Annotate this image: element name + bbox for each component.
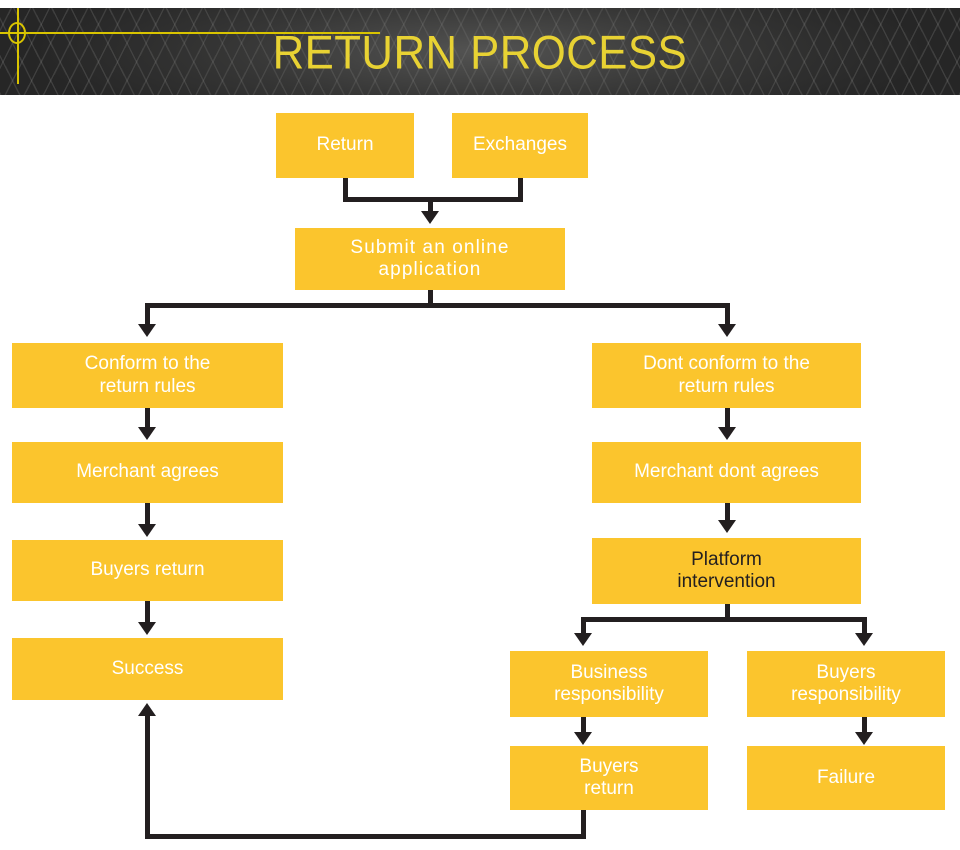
arrowhead-into-dont-conform-rules xyxy=(718,324,736,337)
node-merchant-agrees[interactable]: Merchant agrees xyxy=(12,442,283,503)
node-return[interactable]: Return xyxy=(276,113,414,178)
node-conform-to-return-rules[interactable]: Conform to the return rules xyxy=(12,343,283,408)
node-buyers-return-left[interactable]: Buyers return xyxy=(12,540,283,601)
arrowhead-feedback-into-success xyxy=(138,703,156,716)
header-banner: RETURN PROCESS xyxy=(0,8,960,95)
node-platform-intervention[interactable]: Platform intervention xyxy=(592,538,861,604)
edge-dont-conform-to-merchant-dont-agrees xyxy=(725,408,730,428)
arrowhead-into-business-responsibility xyxy=(574,633,592,646)
node-success[interactable]: Success xyxy=(12,638,283,700)
flowchart-canvas: RETURN PROCESS Return Exchanges Submit a… xyxy=(0,0,960,850)
node-merchant-dont-agrees[interactable]: Merchant dont agrees xyxy=(592,442,861,503)
edge-buyers-return-to-success xyxy=(145,601,150,623)
node-buyers-responsibility[interactable]: Buyers responsibility xyxy=(747,651,945,717)
node-dont-conform-to-return-rules[interactable]: Dont conform to the return rules xyxy=(592,343,861,408)
edge-responsibility-split-bar xyxy=(581,617,867,622)
page-title-text: RETURN PROCESS xyxy=(272,25,688,78)
arrowhead-into-buyers-return-left xyxy=(138,524,156,537)
edge-merge-to-submit xyxy=(428,197,433,212)
arrowhead-into-failure xyxy=(855,732,873,745)
arrowhead-into-platform-intervention xyxy=(718,520,736,533)
node-submit-application[interactable]: Submit an online application xyxy=(295,228,565,290)
arrowhead-into-merchant-agrees xyxy=(138,427,156,440)
node-failure[interactable]: Failure xyxy=(747,746,945,810)
edge-buyers-responsibility-to-failure xyxy=(862,717,867,733)
node-exchanges[interactable]: Exchanges xyxy=(452,113,588,178)
arrowhead-into-conform-rules xyxy=(138,324,156,337)
arrowhead-into-submit-application xyxy=(421,211,439,224)
edge-split-business-drop xyxy=(581,617,586,634)
edge-split-bar xyxy=(145,303,730,308)
arrowhead-into-merchant-dont-agrees xyxy=(718,427,736,440)
edge-feedback-up xyxy=(145,716,150,834)
node-business-responsibility[interactable]: Business responsibility xyxy=(510,651,708,717)
edge-business-to-buyers-return xyxy=(581,717,586,733)
arrowhead-into-success xyxy=(138,622,156,635)
edge-split-left-drop xyxy=(145,303,150,325)
arrowhead-into-buyers-return-bottom xyxy=(574,732,592,745)
edge-split-buyers-drop xyxy=(862,617,867,634)
edge-feedback-horizontal xyxy=(145,834,586,839)
edge-merchant-dont-agrees-to-platform xyxy=(725,503,730,521)
edge-conform-to-merchant-agrees xyxy=(145,408,150,428)
node-buyers-return-bottom[interactable]: Buyers return xyxy=(510,746,708,810)
page-title: RETURN PROCESS xyxy=(0,28,960,75)
edge-merge-bar-top xyxy=(343,197,523,202)
edge-merchant-agrees-to-buyers-return xyxy=(145,503,150,525)
edge-split-right-drop xyxy=(725,303,730,325)
arrowhead-into-buyers-responsibility xyxy=(855,633,873,646)
